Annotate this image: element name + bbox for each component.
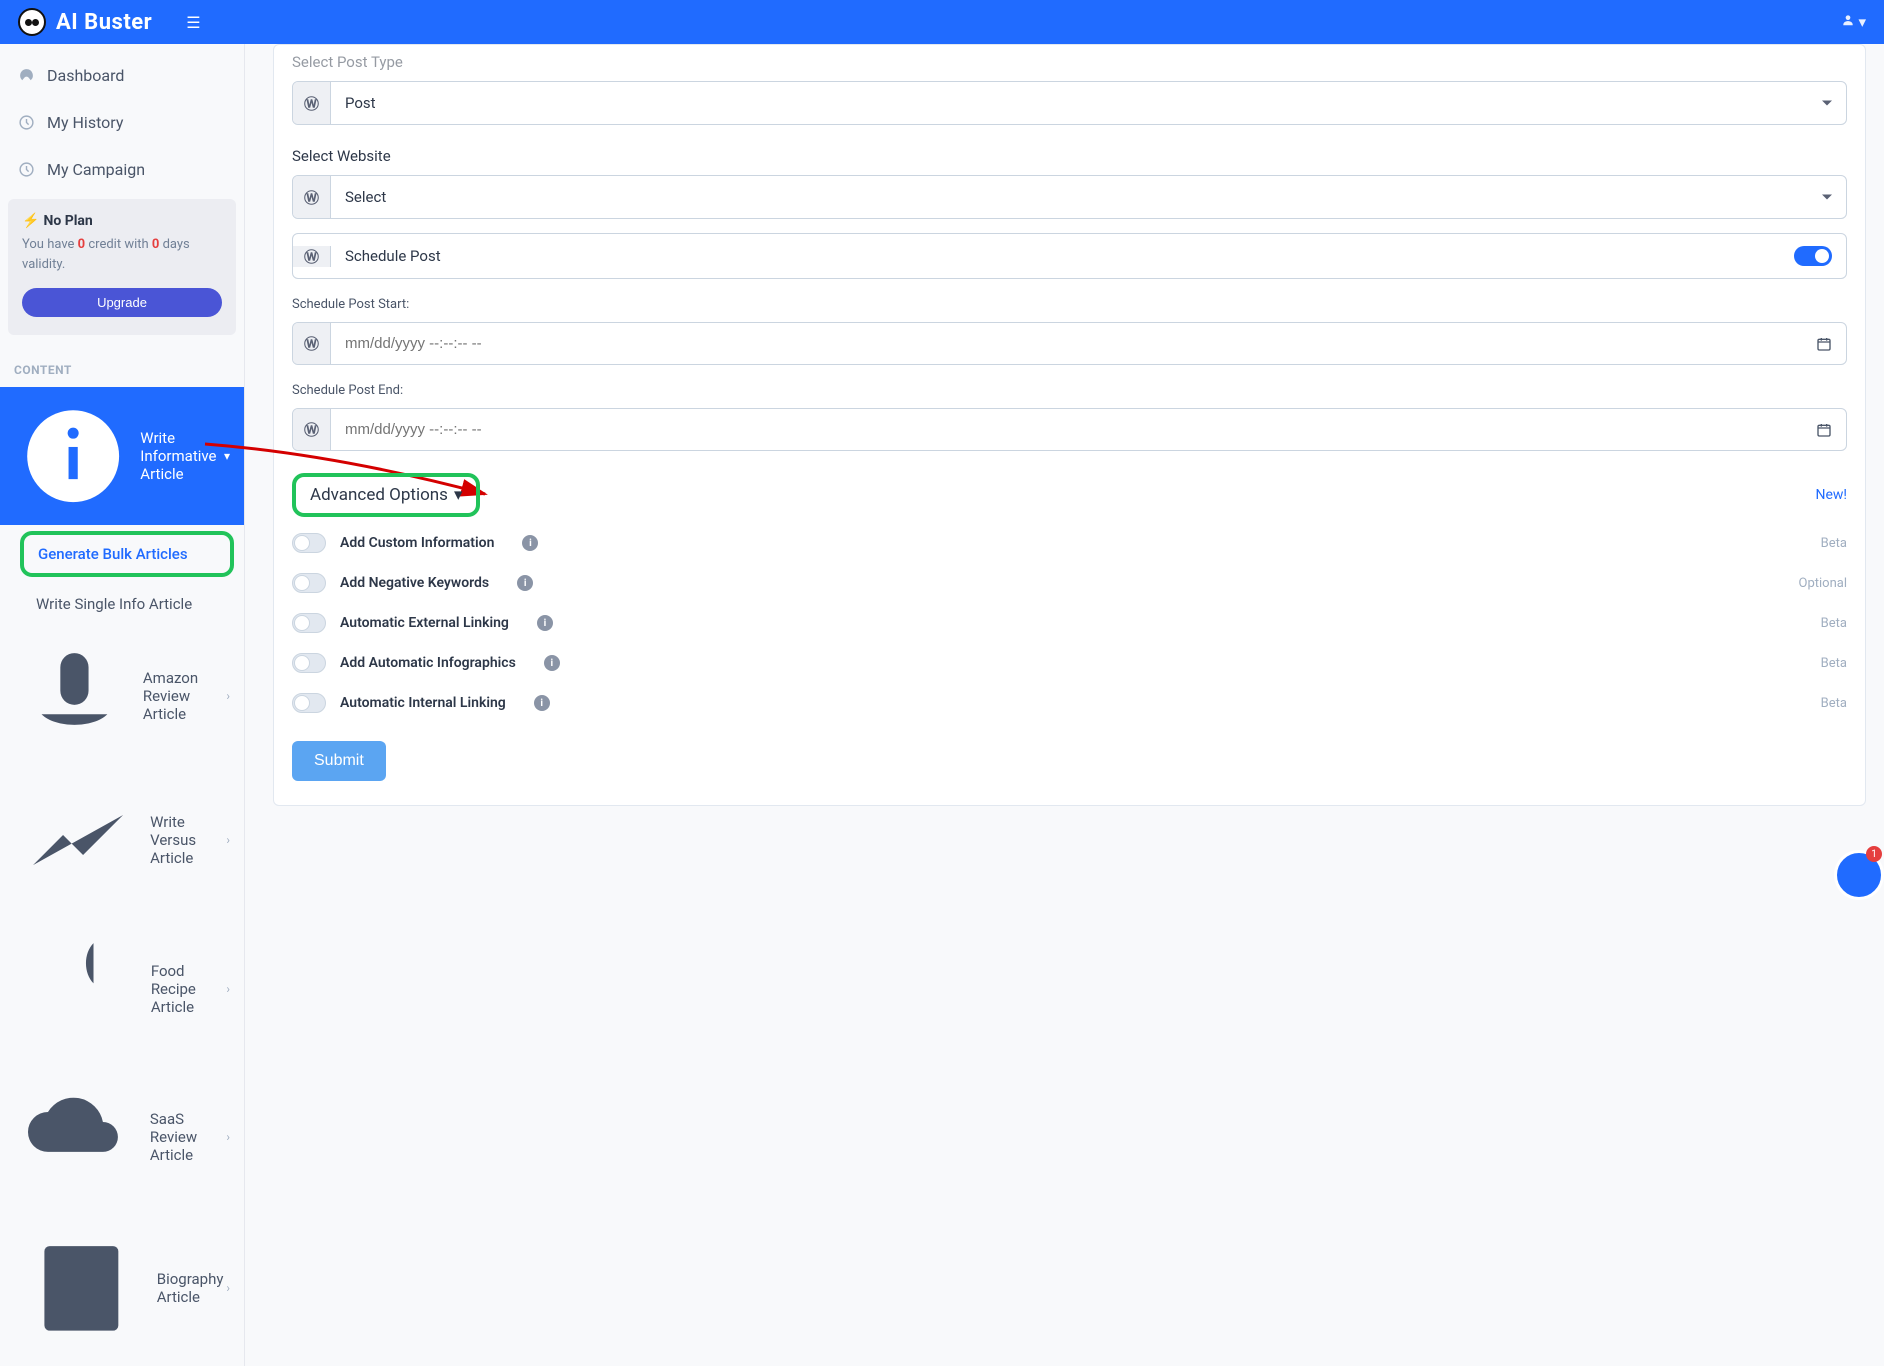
nav-write-informative-label: Write Informative Article — [140, 429, 226, 483]
nav-write-informative[interactable]: Write Informative Article ▾ — [0, 387, 244, 525]
info-icon[interactable]: i — [522, 535, 538, 551]
nav-saas-label: SaaS Review Article — [150, 1110, 226, 1164]
nav-amazon-label: Amazon Review Article — [143, 669, 226, 723]
schedule-end-label: Schedule Post End: — [292, 383, 1847, 398]
info-icon[interactable]: i — [534, 695, 550, 711]
submit-button[interactable]: Submit — [292, 741, 386, 781]
option-negative-keywords-tag: Optional — [1799, 576, 1847, 591]
nav-dashboard[interactable]: Dashboard — [0, 52, 244, 99]
schedule-start-label: Schedule Post Start: — [292, 297, 1847, 312]
website-value: Select — [331, 176, 1846, 218]
chevron-right-icon: › — [226, 1130, 230, 1144]
nav-campaign[interactable]: My Campaign — [0, 146, 244, 193]
nav-saas[interactable]: SaaS Review Article › — [0, 1063, 244, 1211]
bolt-icon: ⚡ — [22, 213, 39, 229]
nav-dashboard-label: Dashboard — [47, 66, 124, 85]
plan-description: You have 0 credit with 0 days validity. — [22, 235, 222, 274]
chevron-right-icon: › — [226, 689, 230, 703]
user-menu-button[interactable]: ▾ — [1841, 13, 1866, 31]
nav-history-label: My History — [47, 113, 123, 132]
option-infographics: Add Automatic Infographics i Beta — [292, 643, 1847, 683]
option-negative-keywords: Add Negative Keywords i Optional — [292, 563, 1847, 603]
nav-generate-bulk[interactable]: Generate Bulk Articles — [20, 531, 234, 577]
nav-bio-label: Biography Article — [157, 1270, 226, 1306]
chevron-down-icon: ▾ — [454, 485, 463, 505]
nav-write-single[interactable]: Write Single Info Article — [0, 583, 244, 625]
website-select[interactable]: Ⓦ Select — [292, 175, 1847, 219]
brand-text: AI Buster — [56, 10, 152, 35]
nav-history[interactable]: My History — [0, 99, 244, 146]
wordpress-icon: Ⓦ — [293, 176, 331, 218]
chevron-right-icon: › — [226, 833, 230, 847]
brand-logo-icon — [18, 8, 46, 36]
option-custom-info: Add Custom Information i Beta — [292, 523, 1847, 563]
sidebar: Dashboard My History My Campaign ⚡ No Pl… — [0, 44, 245, 1366]
menu-toggle-icon[interactable]: ☰ — [186, 13, 200, 32]
option-negative-keywords-toggle[interactable] — [292, 573, 326, 593]
schedule-end-input[interactable]: Ⓦ — [292, 408, 1847, 451]
upgrade-button[interactable]: Upgrade — [22, 288, 222, 317]
option-external-linking: Automatic External Linking i Beta — [292, 603, 1847, 643]
nav-generate-bulk-label: Generate Bulk Articles — [38, 545, 188, 563]
schedule-start-field[interactable] — [345, 335, 1816, 352]
brand: AI Buster ☰ — [18, 8, 201, 36]
wordpress-icon: Ⓦ — [293, 323, 331, 364]
option-custom-info-label: Add Custom Information — [340, 535, 494, 551]
advanced-options-label: Advanced Options — [310, 485, 448, 505]
top-bar: AI Buster ☰ ▾ — [0, 0, 1884, 44]
schedule-end-field[interactable] — [345, 421, 1816, 438]
nav-amazon[interactable]: Amazon Review Article › — [0, 625, 244, 766]
nav-food-label: Food Recipe Article — [151, 962, 226, 1016]
wordpress-icon: Ⓦ — [293, 246, 331, 267]
option-internal-linking-label: Automatic Internal Linking — [340, 695, 506, 711]
calendar-icon — [1816, 422, 1832, 438]
option-internal-linking: Automatic Internal Linking i Beta — [292, 683, 1847, 723]
option-external-linking-label: Automatic External Linking — [340, 615, 509, 631]
form-card: Select Post Type Ⓦ Post Select Website Ⓦ… — [273, 44, 1866, 806]
calendar-icon — [1816, 336, 1832, 352]
nav-food[interactable]: Food Recipe Article › — [0, 914, 244, 1063]
schedule-post-label: Schedule Post — [345, 247, 441, 265]
nav-versus-label: Write Versus Article — [150, 813, 226, 867]
website-label: Select Website — [292, 147, 1847, 165]
option-internal-linking-tag: Beta — [1821, 696, 1847, 711]
option-external-linking-tag: Beta — [1821, 616, 1847, 631]
info-icon[interactable]: i — [537, 615, 553, 631]
plan-title: ⚡ No Plan — [22, 213, 222, 229]
wordpress-icon: Ⓦ — [293, 409, 331, 450]
option-negative-keywords-label: Add Negative Keywords — [340, 575, 489, 591]
option-internal-linking-toggle[interactable] — [292, 693, 326, 713]
post-type-value: Post — [331, 82, 1846, 124]
nav-bio[interactable]: Biography Article › — [0, 1211, 244, 1366]
nav-write-single-label: Write Single Info Article — [36, 595, 192, 613]
main-content: Select Post Type Ⓦ Post Select Website Ⓦ… — [245, 44, 1884, 1366]
wordpress-icon: Ⓦ — [293, 82, 331, 124]
chevron-right-icon: › — [226, 982, 230, 996]
content-section-label: CONTENT — [0, 345, 244, 387]
option-infographics-tag: Beta — [1821, 656, 1847, 671]
plan-card: ⚡ No Plan You have 0 credit with 0 days … — [8, 199, 236, 335]
info-icon[interactable]: i — [544, 655, 560, 671]
schedule-start-input[interactable]: Ⓦ — [292, 322, 1847, 365]
option-custom-info-toggle[interactable] — [292, 533, 326, 553]
schedule-post-row: Ⓦ Schedule Post — [292, 233, 1847, 279]
float-notification-badge: 1 — [1866, 846, 1882, 862]
new-badge: New! — [1815, 487, 1847, 503]
nav-versus[interactable]: Write Versus Article › — [0, 766, 244, 914]
option-infographics-toggle[interactable] — [292, 653, 326, 673]
advanced-options-button[interactable]: Advanced Options ▾ — [292, 473, 480, 517]
option-infographics-label: Add Automatic Infographics — [340, 655, 516, 671]
post-type-select[interactable]: Ⓦ Post — [292, 81, 1847, 125]
chevron-right-icon: › — [226, 1281, 230, 1295]
nav-campaign-label: My Campaign — [47, 160, 145, 179]
schedule-post-toggle[interactable] — [1794, 246, 1832, 266]
option-external-linking-toggle[interactable] — [292, 613, 326, 633]
post-type-label: Select Post Type — [292, 53, 1847, 71]
option-custom-info-tag: Beta — [1821, 536, 1847, 551]
chevron-down-icon: ▾ — [224, 449, 230, 463]
info-icon[interactable]: i — [517, 575, 533, 591]
